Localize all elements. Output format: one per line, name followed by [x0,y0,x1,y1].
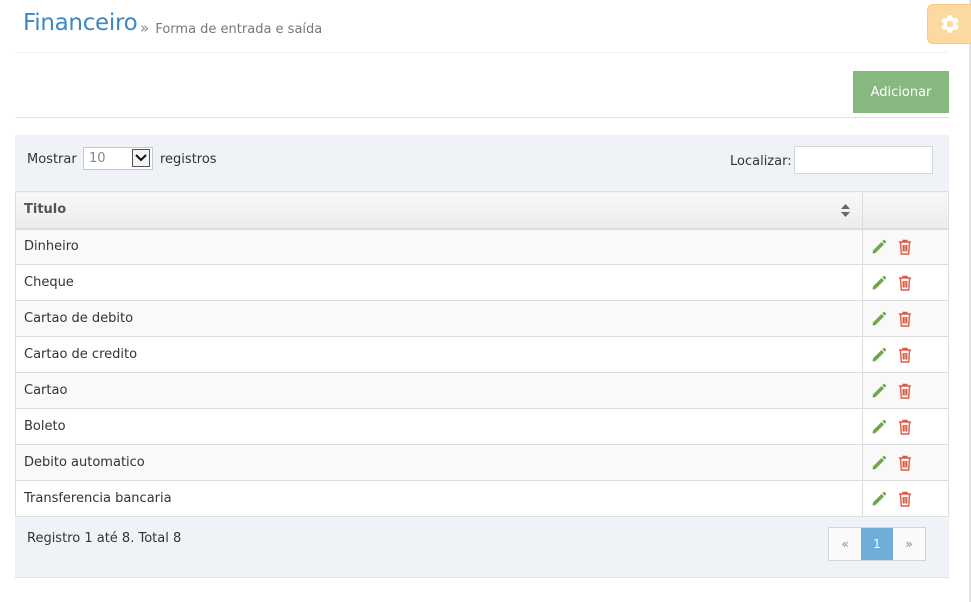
trash-icon[interactable] [898,455,912,471]
table-row: Debito automatico [15,444,949,481]
table-row: Cartao [15,372,949,409]
table-body: Dinheiro Cheque Cartao de debito Cartao … [15,228,949,517]
page-length-select[interactable]: 10 [83,147,153,170]
trash-icon[interactable] [898,347,912,363]
pagination-prev[interactable]: « [829,528,861,560]
row-title: Cheque [15,264,863,301]
pencil-icon[interactable] [871,347,887,363]
page-subtitle: » Forma de entrada e saída [140,19,322,37]
table-row: Transferencia bancaria [15,480,949,517]
row-actions [862,480,949,517]
pencil-icon[interactable] [871,275,887,291]
row-title: Cartao [15,372,863,409]
pencil-icon[interactable] [871,491,887,507]
trash-icon[interactable] [898,311,912,327]
pagination: « 1 » [828,527,926,561]
trash-icon[interactable] [898,491,912,507]
table-controls: Mostrar 10 registros Localizar: [15,135,949,191]
page-length-label: Mostrar [27,152,77,167]
sort-icon [841,204,850,217]
trash-icon[interactable] [898,275,912,291]
subtitle-separator: » [140,19,150,37]
column-header-actions [862,191,949,230]
column-header-titulo[interactable]: Titulo [15,191,863,230]
data-table: Titulo Dinheiro Cheque Cartao de debito … [15,191,949,517]
row-title: Debito automatico [15,444,863,481]
settings-button[interactable] [927,4,971,44]
trash-icon[interactable] [898,419,912,435]
table-row: Dinheiro [15,228,949,265]
row-title: Boleto [15,408,863,445]
row-actions [862,408,949,445]
chevron-down-icon [132,149,150,167]
table-info: Registro 1 até 8. Total 8 [27,531,182,546]
trash-icon[interactable] [898,383,912,399]
trash-icon[interactable] [898,239,912,255]
table-row: Cartao de debito [15,300,949,337]
page-title: Financeiro [23,10,138,36]
row-title: Dinheiro [15,228,863,265]
row-title: Cartao de credito [15,336,863,373]
pencil-icon[interactable] [871,383,887,399]
row-actions [862,372,949,409]
row-title: Transferencia bancaria [15,480,863,517]
subtitle-text: Forma de entrada e saída [155,22,323,37]
column-header-label: Titulo [24,202,67,218]
add-button[interactable]: Adicionar [853,71,949,113]
pencil-icon[interactable] [871,311,887,327]
gear-icon [940,15,959,33]
row-title: Cartao de debito [15,300,863,337]
table-row: Boleto [15,408,949,445]
table-row: Cartao de credito [15,336,949,373]
search-input[interactable] [794,146,933,174]
row-actions [862,300,949,337]
pencil-icon[interactable] [871,419,887,435]
row-actions [862,228,949,265]
toolbar: Adicionar [15,55,949,118]
pencil-icon[interactable] [871,455,887,471]
search-label: Localizar: [730,154,792,169]
table-row: Cheque [15,264,949,301]
table-container: Mostrar 10 registros Localizar: Titulo D… [15,135,949,578]
page-length-value: 10 [89,151,106,166]
row-actions [862,336,949,373]
pagination-next[interactable]: » [893,528,925,560]
page-header: Financeiro » Forma de entrada e saída [15,0,949,53]
page-length-suffix: registros [160,152,217,167]
row-actions [862,264,949,301]
pagination-page-1[interactable]: 1 [861,528,893,560]
table-header-row: Titulo [15,191,949,230]
pencil-icon[interactable] [871,239,887,255]
row-actions [862,444,949,481]
